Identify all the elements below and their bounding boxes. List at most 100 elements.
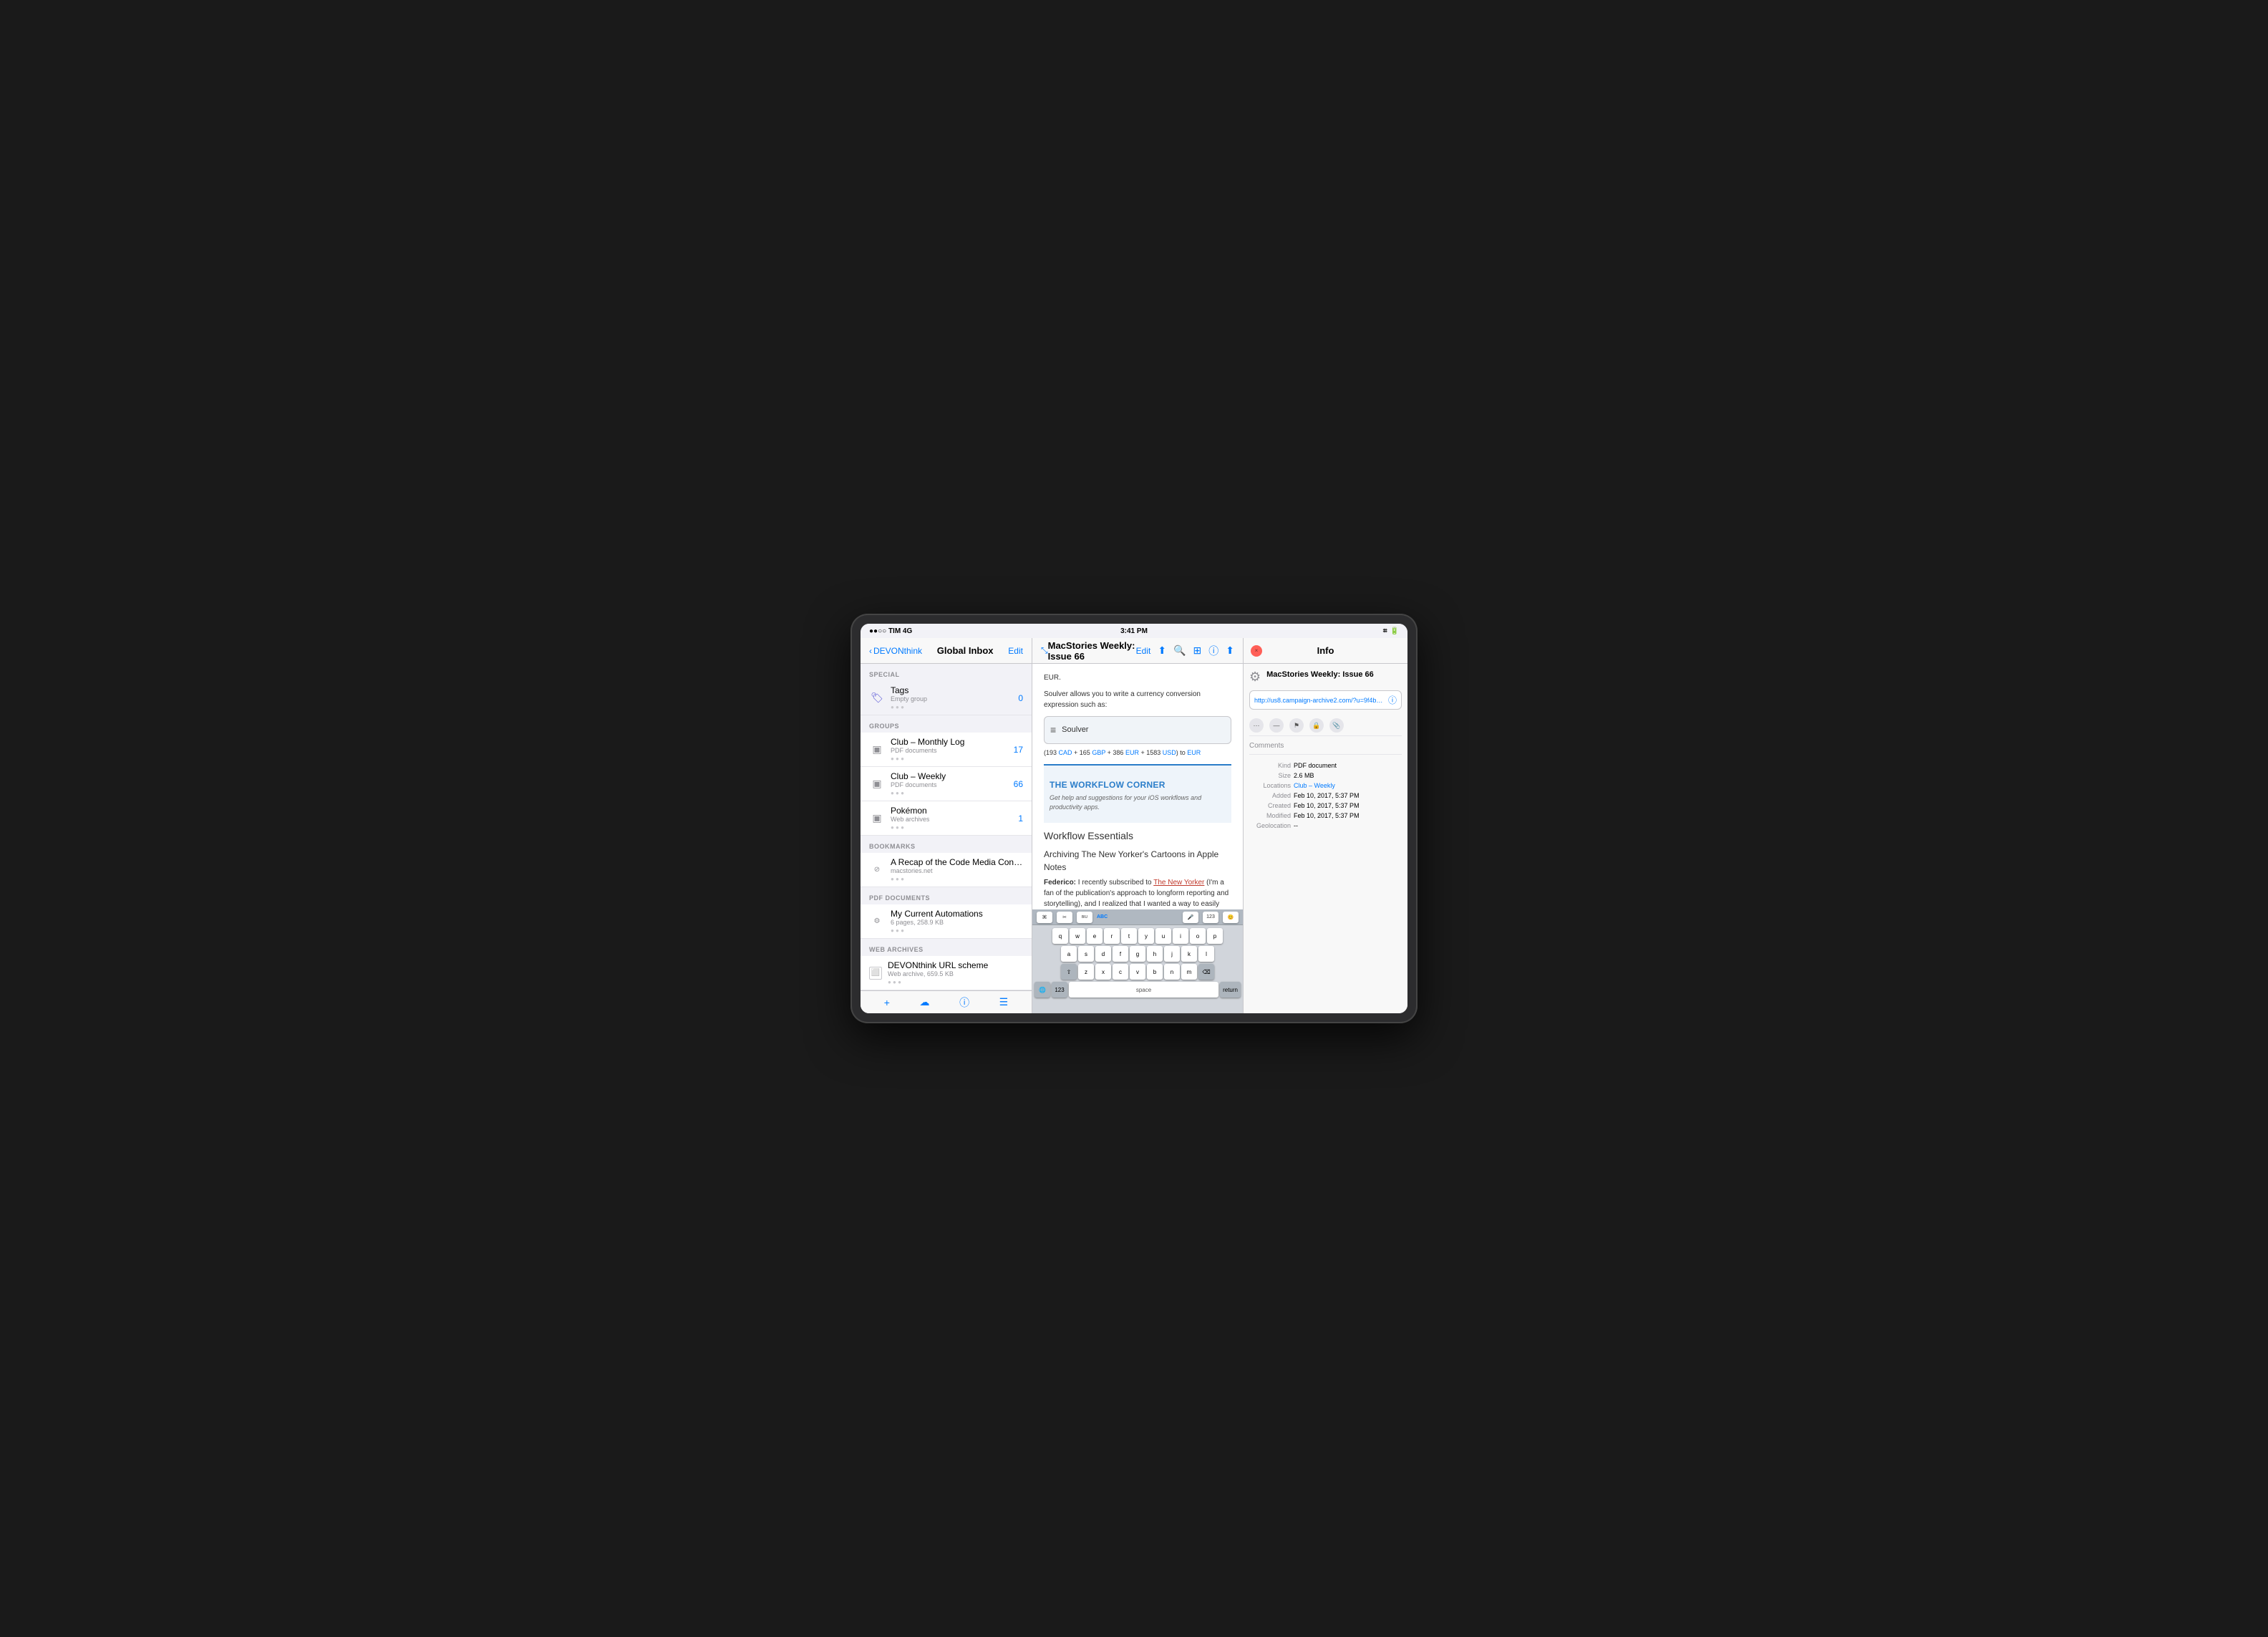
status-bar: ●●○○ TIM 4G 3:41 PM ⌗ 🔋 — [861, 624, 1407, 638]
info-panel-header: × Info — [1244, 638, 1407, 664]
meta-added-row: Added Feb 10, 2017, 5:37 PM — [1249, 792, 1402, 799]
sidebar-back-button[interactable]: ‹ DEVONthink — [869, 646, 922, 656]
kb-mic-button[interactable]: 🎤 — [1183, 912, 1198, 923]
key-globe[interactable]: 🌐 — [1034, 982, 1050, 998]
meta-geolocation-value: -- — [1294, 822, 1298, 829]
info-comments-label: Comments — [1249, 742, 1402, 755]
collapse-icon[interactable]: ⤡ — [1041, 645, 1048, 656]
key-c[interactable]: c — [1113, 964, 1128, 980]
sidebar-item-devonthink-url[interactable]: ⬜ DEVONthink URL scheme Web archive, 659… — [861, 956, 1032, 990]
web-archives-section-header: WEB ARCHIVES — [861, 939, 1032, 956]
doc-toolbar: ⤡ MacStories Weekly: Issue 66 Edit ⬆ 🔍 ⊞… — [1032, 638, 1243, 664]
key-l[interactable]: l — [1198, 946, 1214, 962]
bookmarks-section-header: BOOKMARKS — [861, 836, 1032, 853]
status-left: ●●○○ TIM 4G — [869, 627, 912, 635]
key-return[interactable]: return — [1220, 982, 1241, 998]
key-p[interactable]: p — [1207, 928, 1223, 944]
key-w[interactable]: w — [1070, 928, 1085, 944]
add-item-button[interactable]: + — [884, 997, 890, 1008]
back-chevron-icon: ‹ — [869, 646, 872, 656]
devonthink-url-dots: ● ● ● — [888, 979, 1023, 985]
info-url-go-button[interactable]: ⓘ — [1388, 694, 1397, 706]
export-icon[interactable]: ⬆ — [1226, 644, 1234, 657]
sidebar-item-bookmark[interactable]: ⊘ A Recap of the Code Media Conference..… — [861, 853, 1032, 887]
to-eur: ) to — [1176, 749, 1188, 756]
pokemon-title: Pokémon — [891, 806, 1014, 816]
info-lock-button[interactable]: 🔒 — [1309, 718, 1324, 733]
list-button[interactable]: ☰ — [999, 996, 1009, 1008]
sync-button[interactable]: ☁ — [920, 996, 930, 1008]
search-icon[interactable]: 🔍 — [1173, 644, 1186, 657]
key-123-bottom[interactable]: 123 — [1052, 982, 1067, 998]
workflow-corner-title: THE WORKFLOW CORNER — [1050, 778, 1226, 791]
info-clip-button[interactable]: 📎 — [1329, 718, 1344, 733]
key-k[interactable]: k — [1181, 946, 1197, 962]
key-q[interactable]: q — [1052, 928, 1068, 944]
plus2: + 386 — [1105, 749, 1125, 756]
key-a[interactable]: a — [1061, 946, 1077, 962]
key-delete[interactable]: ⌫ — [1198, 964, 1214, 980]
key-m[interactable]: m — [1181, 964, 1197, 980]
key-x[interactable]: x — [1095, 964, 1111, 980]
tags-item-title: Tags — [891, 685, 1014, 695]
kb-cut-button[interactable]: ✂ — [1057, 912, 1072, 923]
eur2-label: EUR — [1187, 749, 1201, 756]
sidebar-item-club-weekly[interactable]: ▣ Club – Weekly PDF documents ● ● ● 66 — [861, 767, 1032, 801]
key-i[interactable]: i — [1173, 928, 1188, 944]
pdf-icon: ⚙ — [869, 914, 885, 929]
kb-cmd-button[interactable]: ⌘ — [1037, 912, 1052, 923]
pdf-dots: ● ● ● — [891, 927, 1023, 934]
info-url-text: http://us8.campaign-archive2.com/?u=9f4b… — [1254, 697, 1385, 704]
doc-info-icon[interactable]: ⓘ — [1208, 644, 1218, 658]
club-weekly-subtitle: PDF documents — [891, 781, 1009, 788]
key-s[interactable]: s — [1078, 946, 1094, 962]
bookmark-dots: ● ● ● — [891, 876, 1023, 882]
key-shift[interactable]: ⇧ — [1061, 964, 1077, 980]
currency-expr: (193 CAD + 165 GBP + 386 EUR + 1583 USD)… — [1044, 748, 1231, 758]
meta-created-row: Created Feb 10, 2017, 5:37 PM — [1249, 802, 1402, 809]
key-t[interactable]: t — [1121, 928, 1137, 944]
newyorker-link[interactable]: The New Yorker — [1153, 879, 1204, 887]
kb-123-button[interactable]: 123 — [1203, 912, 1218, 923]
kb-biu-button[interactable]: BIU — [1077, 912, 1092, 923]
sidebar-item-club-monthly[interactable]: ▣ Club – Monthly Log PDF documents ● ● ●… — [861, 733, 1032, 767]
sidebar-item-pdf[interactable]: ⚙ My Current Automations 6 pages, 258.9 … — [861, 904, 1032, 939]
club-weekly-title: Club – Weekly — [891, 771, 1009, 781]
key-space[interactable]: space — [1069, 982, 1218, 998]
info-close-button[interactable]: × — [1251, 645, 1262, 657]
key-e[interactable]: e — [1087, 928, 1102, 944]
sidebar-edit-button[interactable]: Edit — [1008, 646, 1023, 656]
share-icon[interactable]: ⬆ — [1158, 644, 1166, 657]
key-z[interactable]: z — [1078, 964, 1094, 980]
sidebar-item-tags[interactable]: 🏷 Tags Empty group ● ● ● 0 — [861, 681, 1032, 715]
doc-intro-text: EUR. — [1044, 672, 1231, 683]
key-h[interactable]: h — [1147, 946, 1163, 962]
grid-icon[interactable]: ⊞ — [1193, 644, 1202, 657]
key-f[interactable]: f — [1113, 946, 1128, 962]
info-more-button[interactable]: ··· — [1249, 718, 1264, 733]
group-icon-pokemon: ▣ — [869, 811, 885, 826]
kb-emoji-button[interactable]: 😊 — [1223, 912, 1239, 923]
gbp-label: GBP — [1092, 749, 1105, 756]
key-n[interactable]: n — [1164, 964, 1180, 980]
key-o[interactable]: o — [1190, 928, 1206, 944]
doc-edit-button[interactable]: Edit — [1136, 646, 1151, 656]
key-b[interactable]: b — [1147, 964, 1163, 980]
key-r[interactable]: r — [1104, 928, 1120, 944]
special-section-header: SPECIAL — [861, 664, 1032, 681]
info-flag-button[interactable]: ⚑ — [1289, 718, 1304, 733]
key-u[interactable]: u — [1155, 928, 1171, 944]
tags-item-body: Tags Empty group ● ● ● — [891, 685, 1014, 710]
key-j[interactable]: j — [1164, 946, 1180, 962]
info-doc-title-row: ⚙ MacStories Weekly: Issue 66 — [1249, 670, 1402, 685]
key-y[interactable]: y — [1138, 928, 1154, 944]
sidebar-item-pokemon[interactable]: ▣ Pokémon Web archives ● ● ● 1 — [861, 801, 1032, 836]
meta-modified-label: Modified — [1249, 812, 1291, 819]
key-g[interactable]: g — [1130, 946, 1145, 962]
keyboard-row-4: 🌐 123 space return — [1034, 982, 1241, 998]
key-d[interactable]: d — [1095, 946, 1111, 962]
info-footer-button[interactable]: ⓘ — [959, 995, 969, 1010]
key-v[interactable]: v — [1130, 964, 1145, 980]
info-minus-button[interactable]: — — [1269, 718, 1284, 733]
meta-locations-row: Locations Club – Weekly — [1249, 782, 1402, 789]
